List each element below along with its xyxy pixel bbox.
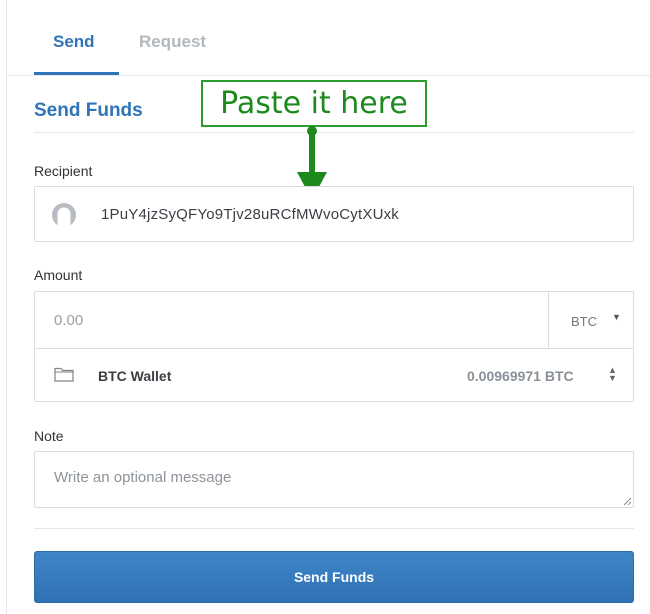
- avatar-icon: [52, 203, 76, 227]
- tab-request[interactable]: Request: [139, 32, 206, 52]
- wallet-name: BTC Wallet: [98, 368, 172, 384]
- section-title: Send Funds: [34, 100, 143, 121]
- form-divider: [34, 528, 634, 529]
- tab-bar: Send Request: [7, 0, 650, 76]
- note-textarea[interactable]: [34, 451, 634, 508]
- wallet-select[interactable]: BTC Wallet 0.00969971 BTC ▲ ▼: [35, 349, 633, 401]
- amount-label: Amount: [34, 267, 83, 283]
- section-divider: [34, 132, 634, 133]
- recipient-address[interactable]: 1PuY4jzSyQFYo9Tjv28uRCfMWvoCytXUxk: [101, 206, 399, 223]
- sort-updown-icon: ▲ ▼: [608, 365, 617, 383]
- recipient-label: Recipient: [34, 163, 93, 179]
- folder-icon: [54, 367, 74, 382]
- amount-group: BTC ▼ BTC Wallet 0.00969971 BTC ▲▼: [34, 291, 634, 402]
- currency-select[interactable]: BTC ▼: [549, 292, 633, 348]
- wallet-balance: 0.00969971 BTC: [467, 368, 574, 384]
- caret-down-icon: ▼: [612, 312, 621, 322]
- resize-handle-icon[interactable]: [622, 496, 632, 506]
- amount-input[interactable]: [35, 292, 549, 348]
- note-label: Note: [34, 428, 64, 444]
- annotation-callout: Paste it here: [201, 80, 427, 127]
- send-panel: Send Request Send Funds Paste it here Re…: [6, 0, 650, 614]
- recipient-field[interactable]: 1PuY4jzSyQFYo9Tjv28uRCfMWvoCytXUxk: [34, 186, 634, 242]
- annotation-text: Paste it here: [220, 86, 408, 121]
- active-tab-indicator: [34, 72, 119, 75]
- send-funds-button[interactable]: Send Funds: [34, 551, 634, 603]
- currency-label: BTC: [571, 314, 597, 329]
- tab-send[interactable]: Send: [53, 32, 95, 52]
